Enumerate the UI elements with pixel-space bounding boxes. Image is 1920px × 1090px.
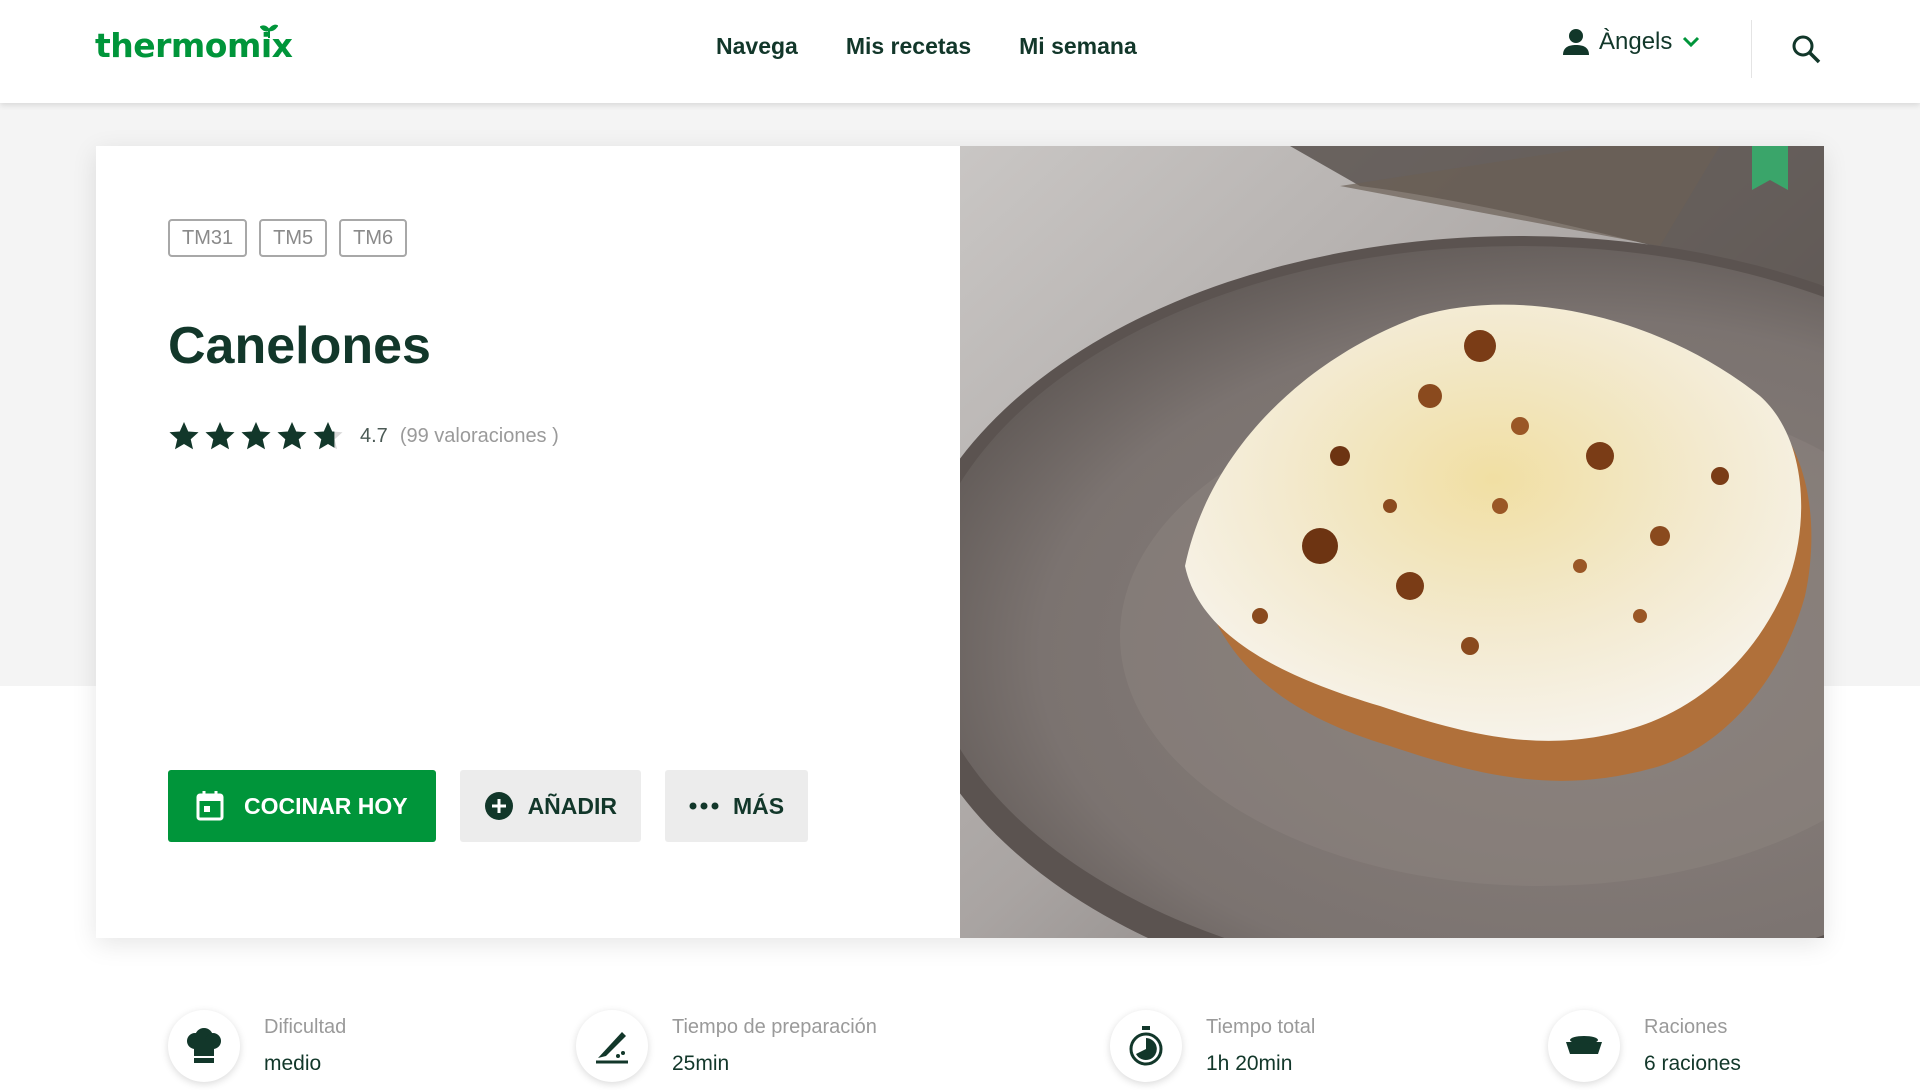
device-tag: TM31 [168, 219, 248, 257]
star-icon [169, 422, 199, 450]
add-button[interactable]: AÑADIR [459, 770, 642, 842]
rating[interactable]: 4.7 (99 valoraciones ) [168, 420, 559, 452]
timer-icon [1110, 1010, 1182, 1082]
more-dots-icon [689, 802, 719, 810]
thermomix-logo[interactable]: thermomix [95, 24, 293, 70]
device-tag: TM5 [259, 219, 328, 257]
info-label: Tiempo de preparación [672, 1016, 877, 1038]
chef-hat-icon [168, 1010, 240, 1082]
rating-count: (99 valoraciones ) [399, 424, 559, 447]
chevron-down-icon [1683, 36, 1700, 48]
calendar-icon [196, 791, 224, 821]
device-tag: TM6 [339, 219, 408, 257]
cook-today-label: COCINAR HOY [244, 792, 408, 819]
recipe-photo [960, 146, 1824, 938]
main-nav: Navega Mis recetas Mi semana [716, 33, 1137, 60]
more-label: MÁS [733, 792, 785, 819]
recipe-actions: COCINAR HOY AÑADIR MÁS [168, 770, 809, 842]
rating-value: 4.7 [360, 424, 388, 447]
rating-stars [168, 420, 344, 452]
star-icon [277, 422, 307, 450]
top-header: thermomix Navega Mis recetas Mi semana À… [0, 0, 1920, 103]
info-label: Raciones [1644, 1016, 1728, 1038]
device-tags: TM31 TM5 TM6 [168, 219, 408, 257]
cannelloni-image [960, 146, 1824, 938]
info-value: 1h 20min [1206, 1052, 1293, 1075]
nav-mis-recetas[interactable]: Mis recetas [846, 33, 971, 60]
info-label: Dificultad [264, 1016, 347, 1038]
bookmark-icon[interactable] [1752, 146, 1788, 190]
nav-navega[interactable]: Navega [716, 33, 798, 60]
info-value: medio [264, 1052, 322, 1075]
header-divider [1751, 20, 1752, 78]
star-icon [241, 422, 271, 450]
cook-today-button[interactable]: COCINAR HOY [168, 770, 436, 842]
star-icon [205, 422, 235, 450]
recipe-card: TM31 TM5 TM6 Canelones 4.7 (99 valoracio… [96, 146, 1824, 938]
search-icon[interactable] [1790, 33, 1822, 65]
info-value: 25min [672, 1052, 730, 1075]
more-button[interactable]: MÁS [665, 770, 809, 842]
leaf-icon [260, 24, 278, 38]
info-label: Tiempo total [1206, 1016, 1316, 1038]
add-label: AÑADIR [527, 792, 618, 819]
knife-icon [576, 1010, 648, 1082]
user-menu[interactable]: Àngels [1563, 28, 1700, 56]
dish-icon [1548, 1010, 1620, 1082]
recipe-title: Canelones [168, 317, 431, 375]
nav-mi-semana[interactable]: Mi semana [1019, 33, 1137, 60]
user-name: Àngels [1599, 28, 1673, 55]
info-value: 6 raciones [1644, 1052, 1741, 1075]
user-icon [1563, 29, 1589, 55]
plus-circle-icon [484, 792, 513, 820]
star-icon [313, 422, 343, 450]
